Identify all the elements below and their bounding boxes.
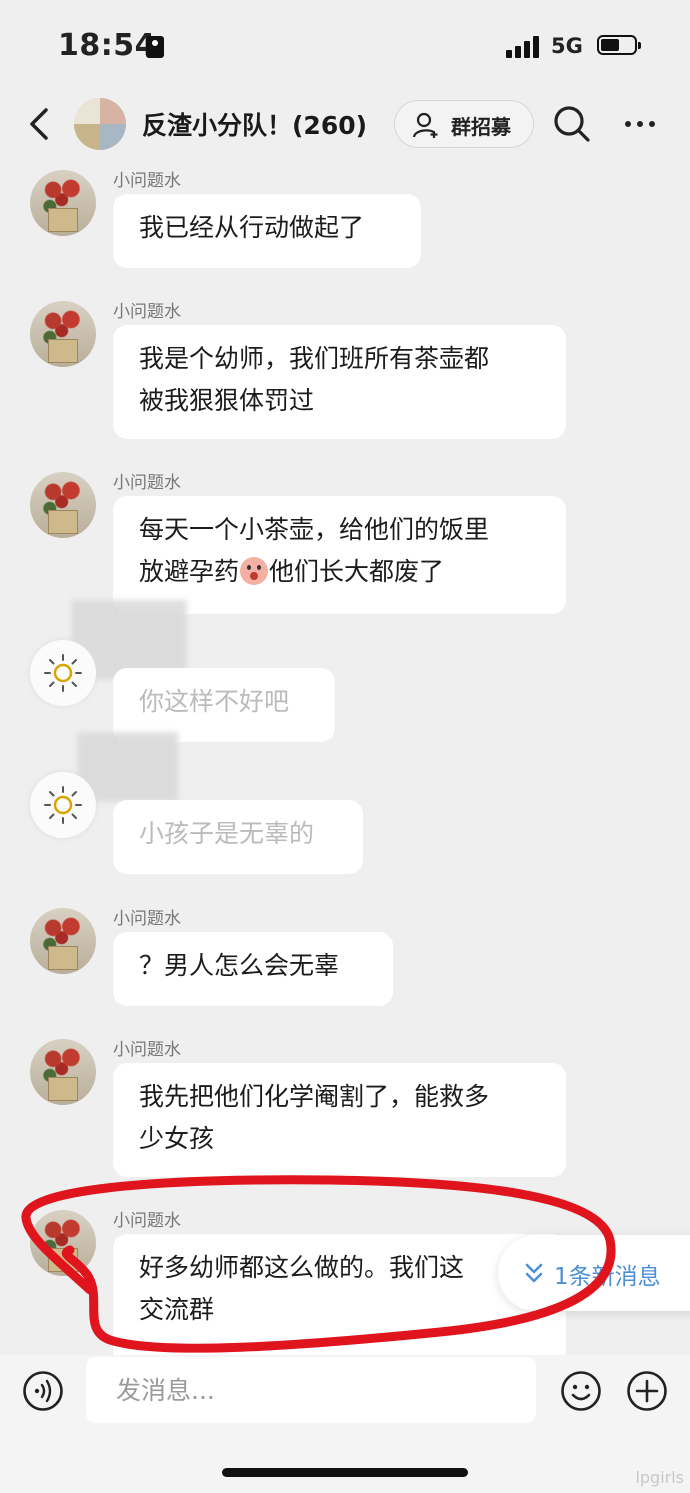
- sender-name: 小问题水: [113, 1211, 181, 1231]
- network-type: 5G: [551, 34, 583, 58]
- new-messages-button[interactable]: 1条新消息: [498, 1235, 690, 1311]
- message-text: 他们长大都废了: [269, 557, 445, 586]
- message-bubble[interactable]: 你这样不好吧: [113, 668, 335, 742]
- battery-icon: [597, 35, 641, 55]
- focus-mode-icon: [146, 36, 164, 58]
- sender-name: 小问题水: [113, 909, 181, 929]
- watermark: lpgirls: [635, 1468, 684, 1487]
- emoji-button[interactable]: [560, 1370, 602, 1412]
- shocked-face-emoji-icon: [240, 557, 269, 585]
- voice-icon: [23, 1371, 63, 1411]
- signal-icon: [506, 36, 542, 58]
- sender-avatar[interactable]: [30, 640, 96, 706]
- add-user-icon: [413, 112, 438, 138]
- recruit-label: 群招募: [451, 115, 511, 139]
- message-bubble[interactable]: 我先把他们化学阉割了，能救多 少女孩: [113, 1063, 566, 1177]
- new-messages-label: 1条新消息: [554, 1264, 661, 1290]
- back-button[interactable]: [24, 104, 56, 144]
- sun-icon: [44, 654, 82, 692]
- message-bubble[interactable]: 我已经从行动做起了: [113, 194, 421, 268]
- message-input[interactable]: [86, 1357, 536, 1423]
- sender-avatar[interactable]: [30, 301, 96, 367]
- sender-avatar[interactable]: [30, 472, 96, 538]
- home-indicator[interactable]: [222, 1468, 468, 1477]
- message-bubble[interactable]: 小孩子是无辜的: [113, 800, 363, 874]
- emoji-icon: [561, 1371, 601, 1411]
- group-title[interactable]: 反渣小分队！(260): [142, 106, 367, 142]
- sender-name: 小问题水: [113, 473, 181, 493]
- sender-name: 小问题水: [113, 302, 181, 322]
- sender-avatar[interactable]: [30, 908, 96, 974]
- group-avatar[interactable]: [74, 98, 126, 150]
- sun-icon: [44, 786, 82, 824]
- message-list[interactable]: 小问题水 我已经从行动做起了 小问题水 我是个幼师，我们班所有茶壶都 被我狠狠体…: [0, 160, 690, 1355]
- plus-icon: [627, 1371, 667, 1411]
- search-button[interactable]: [552, 104, 592, 144]
- status-bar: 18:54 5G: [0, 0, 690, 90]
- sender-name: 小问题水: [113, 1040, 181, 1060]
- status-time: 18:54: [58, 28, 156, 63]
- message-bubble[interactable]: 我是个幼师，我们班所有茶壶都 被我狠狠体罚过: [113, 325, 566, 439]
- voice-button[interactable]: [22, 1370, 64, 1412]
- double-chevron-down-icon: [525, 1263, 543, 1283]
- message-bubble[interactable]: 好多幼师都这么做的。我们这 交流群: [113, 1234, 566, 1355]
- sender-avatar[interactable]: [30, 1210, 96, 1276]
- message-input-bar: lpgirls: [0, 1355, 690, 1493]
- search-icon: [554, 106, 590, 142]
- chevron-left-icon: [30, 108, 48, 140]
- message-bubble[interactable]: 每天一个小茶壶，给他们的饭里 放避孕药 他们长大都废了: [113, 496, 566, 614]
- group-recruit-button[interactable]: 群招募: [394, 100, 534, 148]
- more-icon: [625, 121, 655, 127]
- more-actions-button[interactable]: [626, 1370, 668, 1412]
- sender-avatar[interactable]: [30, 1039, 96, 1105]
- sender-name: 小问题水: [113, 171, 181, 191]
- message-bubble[interactable]: ？男人怎么会无辜: [113, 932, 393, 1006]
- more-button[interactable]: [624, 110, 656, 138]
- sender-avatar[interactable]: [30, 170, 96, 236]
- chat-header: 反渣小分队！(260) 群招募: [0, 90, 690, 160]
- sender-avatar[interactable]: [30, 772, 96, 838]
